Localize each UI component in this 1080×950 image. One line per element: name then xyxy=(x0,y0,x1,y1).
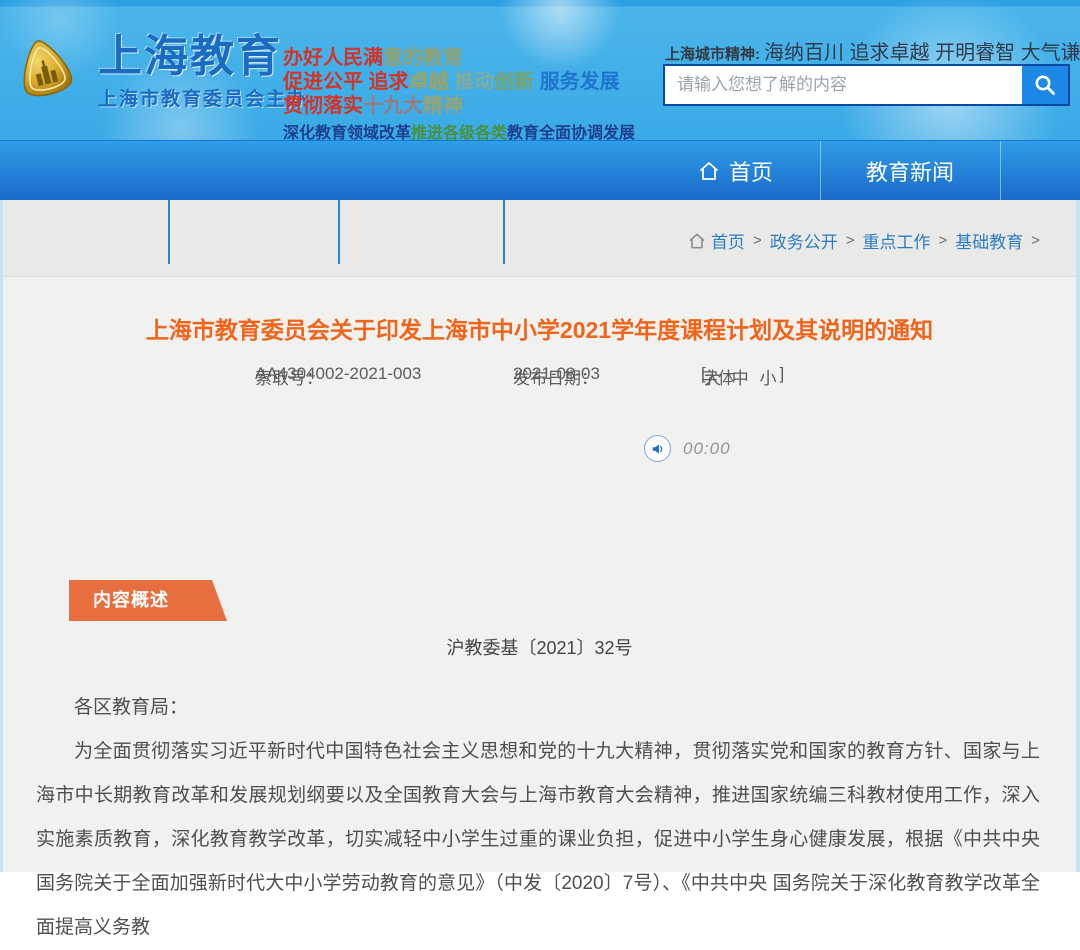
article-meta: 索取号：AA4304002-2021-003 发布日期：2021-08-03 字… xyxy=(3,364,1076,388)
menu-separator xyxy=(168,200,170,264)
font-size-control: 字体 [ 大 中 小 ] xyxy=(701,364,779,389)
shanghai-education-emblem-icon xyxy=(10,34,82,110)
document-number: 沪教委基〔2021〕32号 xyxy=(3,634,1076,660)
site-subtitle: 上海市教育委员会主办 xyxy=(98,84,308,111)
font-size-label: 字体 xyxy=(701,364,735,389)
font-size-small[interactable]: 小 xyxy=(759,369,776,388)
salutation: 各区教育局： xyxy=(36,686,1040,730)
search-button[interactable] xyxy=(1022,66,1068,104)
breadcrumb-key-work[interactable]: 重点工作 xyxy=(862,228,930,253)
page-body: 首页 > 政务公开 > 重点工作 > 基础教育 > 上海市教育委员会关于印发上海… xyxy=(0,200,1080,872)
nav-item-news[interactable]: 教育新闻 xyxy=(820,141,1000,201)
breadcrumb: 首页 > 政务公开 > 重点工作 > 基础教育 > xyxy=(687,228,1048,253)
nav-item-home[interactable]: 首页 xyxy=(650,141,820,201)
home-icon xyxy=(697,159,721,183)
breadcrumb-gov-affairs[interactable]: 政务公开 xyxy=(770,228,838,253)
bracket-open: [ xyxy=(701,364,706,384)
breadcrumb-separator: > xyxy=(753,232,762,249)
nav-item-label: 教育新闻 xyxy=(866,155,954,187)
bracket-close: ] xyxy=(779,364,784,384)
slogans: 办好人民满意的教育促进公平 追求卓越 推动创新 服务发展贯彻落实十九大精神深化教… xyxy=(283,46,635,146)
breadcrumb-strip: 首页 > 政务公开 > 重点工作 > 基础教育 > xyxy=(3,200,1076,277)
home-icon xyxy=(687,231,707,251)
city-spirit-label: 上海城市精神: xyxy=(665,43,760,64)
audio-time: 00:00 xyxy=(683,439,731,459)
breadcrumb-separator: > xyxy=(1031,232,1040,249)
menu-separator xyxy=(503,200,505,264)
breadcrumb-basic-education[interactable]: 基础教育 xyxy=(955,228,1023,253)
slogan-line: 办好人民满意的教育 xyxy=(283,46,635,70)
breadcrumb-home[interactable]: 首页 xyxy=(711,228,745,253)
meta-date-value: 2021-08-03 xyxy=(513,364,600,384)
site-name: 上海教育 xyxy=(98,34,308,80)
audio-player: 00:00 xyxy=(644,435,731,462)
breadcrumb-separator: > xyxy=(938,232,947,249)
nav-separator xyxy=(1000,141,1001,201)
city-spirit: 上海城市精神: 海纳百川 追求卓越 开明睿智 大气谦和 xyxy=(665,36,1080,65)
paragraph: 为全面贯彻落实习近平新时代中国特色社会主义思想和党的十九大精神，贯彻落实党和国家… xyxy=(36,730,1040,950)
tab-content-overview[interactable]: 内容概述 xyxy=(69,580,227,621)
site-logo[interactable]: 上海教育 上海市教育委员会主办 xyxy=(10,34,308,111)
meta-index-value: AA4304002-2021-003 xyxy=(255,364,421,384)
main-nav: 首页 教育新闻 xyxy=(0,140,1080,200)
nav-separator xyxy=(820,141,821,201)
city-spirit-text: 海纳百川 追求卓越 开明睿智 大气谦和 xyxy=(764,36,1080,65)
article-body: 各区教育局： 为全面贯彻落实习近平新时代中国特色社会主义思想和党的十九大精神，贯… xyxy=(36,686,1040,950)
slogan-line: 贯彻落实十九大精神 xyxy=(283,94,635,118)
search-box xyxy=(663,64,1070,106)
slogan-line: 促进公平 追求卓越 推动创新 服务发展 xyxy=(283,70,635,94)
site-header: 上海教育 上海市教育委员会主办 办好人民满意的教育促进公平 追求卓越 推动创新 … xyxy=(0,0,1080,140)
nav-item-label: 首页 xyxy=(729,155,773,187)
speaker-icon xyxy=(651,442,665,456)
article-title: 上海市教育委员会关于印发上海市中小学2021学年度课程计划及其说明的通知 xyxy=(3,311,1076,345)
search-input[interactable] xyxy=(665,66,1022,104)
menu-separator xyxy=(338,200,340,264)
breadcrumb-separator: > xyxy=(846,232,855,249)
audio-play-button[interactable] xyxy=(644,435,671,462)
search-icon xyxy=(1033,73,1057,97)
article: 上海市教育委员会关于印发上海市中小学2021学年度课程计划及其说明的通知 索取号… xyxy=(3,278,1076,872)
